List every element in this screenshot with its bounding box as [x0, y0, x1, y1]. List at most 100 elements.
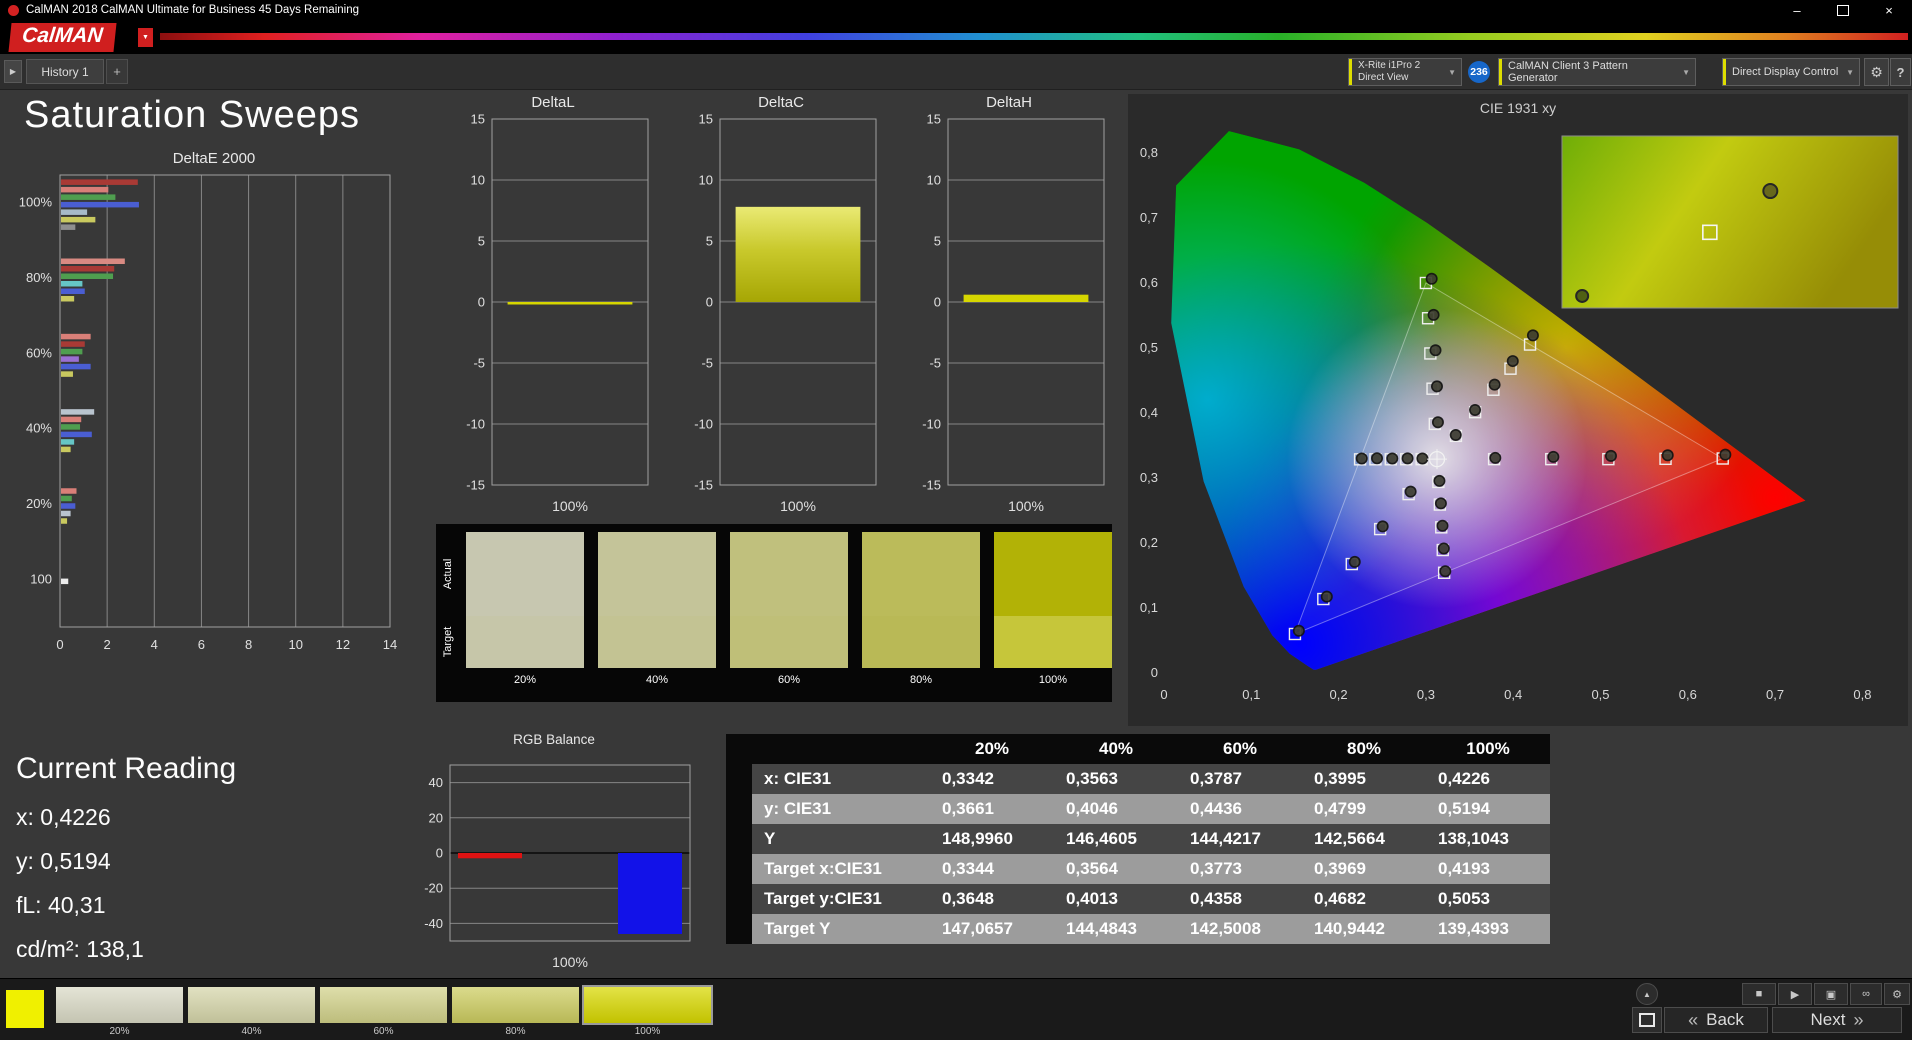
- svg-text:0,1: 0,1: [1140, 600, 1158, 615]
- svg-text:-5: -5: [473, 356, 485, 371]
- actual-swatch: [598, 532, 716, 616]
- svg-text:-15: -15: [466, 478, 485, 493]
- target-row-label: Target: [442, 626, 454, 658]
- meter-name: X-Rite i1Pro 2: [1358, 60, 1421, 71]
- svg-text:0,5: 0,5: [1140, 340, 1158, 355]
- sidebar-expander-button[interactable]: ▶: [4, 60, 22, 83]
- bar: [61, 578, 69, 585]
- svg-text:5: 5: [706, 234, 713, 249]
- tab-history-1[interactable]: History 1: [26, 59, 104, 84]
- next-button[interactable]: Next »: [1772, 1007, 1902, 1033]
- deltae-chart-block: DeltaE 2000 0 2 4 6 8 10 12 14 100% 80% 60% 40% 20% 1…: [14, 150, 414, 692]
- measurement-count-badge[interactable]: 236: [1468, 61, 1490, 83]
- table-cell: 0,3564: [1054, 854, 1178, 884]
- close-button[interactable]: ×: [1866, 0, 1912, 20]
- svg-text:0,6: 0,6: [1679, 687, 1697, 702]
- pattern-thumbnail[interactable]: 100%: [582, 985, 713, 1037]
- table-cell: 0,3995: [1302, 764, 1426, 794]
- bar: [61, 333, 91, 340]
- bar: [61, 216, 96, 223]
- meter-dropdown[interactable]: X-Rite i1Pro 2 Direct View ▼: [1348, 58, 1462, 86]
- deltae-chart-title: DeltaE 2000: [172, 150, 256, 167]
- deltac-chart-block: DeltaC 15 10 5 0 -5 -10 -15 100%: [676, 94, 886, 536]
- help-button[interactable]: ?: [1890, 58, 1911, 86]
- table-row-label: Target x:CIE31: [752, 854, 930, 884]
- blue-sweep-measured: [1320, 590, 1333, 603]
- svg-text:0,8: 0,8: [1140, 145, 1158, 160]
- chevron-down-icon: ▼: [1846, 67, 1854, 77]
- cyan-sweep-measured: [1416, 452, 1429, 465]
- collapse-button[interactable]: ▲: [1636, 983, 1658, 1005]
- play-arrow-icon: ▶: [9, 67, 17, 76]
- svg-text:4: 4: [151, 637, 158, 652]
- table-header: 100%: [1426, 734, 1550, 764]
- thumbnail-strip: [56, 987, 183, 1023]
- svg-text:0,2: 0,2: [1140, 535, 1158, 550]
- svg-text:12: 12: [336, 637, 350, 652]
- actual-swatch: [862, 532, 980, 616]
- svg-text:-40: -40: [424, 916, 443, 931]
- deltal-chart-block: DeltaL 15 10 5 0 -5 -10 -15 100%: [448, 94, 658, 536]
- svg-text:0,6: 0,6: [1140, 275, 1158, 290]
- back-button[interactable]: « Back: [1664, 1007, 1768, 1033]
- bar: [61, 446, 71, 453]
- table-cell: 142,5664: [1302, 824, 1426, 854]
- svg-text:10: 10: [471, 173, 485, 188]
- workflow-settings-button[interactable]: ⚙: [1884, 983, 1910, 1005]
- play-button[interactable]: ▶: [1778, 983, 1812, 1005]
- swatch-label: 80%: [909, 674, 933, 686]
- bar: [61, 194, 116, 200]
- thumbnail-label: 20%: [109, 1026, 130, 1037]
- table-cell: 0,4046: [1054, 794, 1178, 824]
- bar: [61, 409, 95, 415]
- calman-logo[interactable]: CalMAN: [8, 23, 117, 52]
- target-swatch: [862, 616, 980, 668]
- bar: [61, 363, 91, 370]
- svg-text:-10: -10: [466, 417, 485, 432]
- saturation-swatch: 40%: [598, 532, 716, 686]
- svg-text:0,8: 0,8: [1853, 687, 1871, 702]
- minimize-button[interactable]: –: [1774, 0, 1820, 20]
- pattern-thumbnail[interactable]: 80%: [452, 987, 579, 1037]
- display-control-dropdown[interactable]: Direct Display Control ▼: [1722, 58, 1860, 86]
- svg-text:0,4: 0,4: [1504, 687, 1522, 702]
- svg-text:5: 5: [478, 234, 485, 249]
- bar: [61, 266, 115, 272]
- thumbnail-strip: [188, 987, 315, 1023]
- continuous-measure-button[interactable]: ∞: [1850, 983, 1882, 1005]
- settings-button[interactable]: ⚙: [1864, 58, 1889, 86]
- bar: [61, 224, 76, 230]
- pattern-thumbnail[interactable]: 40%: [188, 987, 315, 1037]
- logo-menu-button[interactable]: ▼: [138, 28, 153, 47]
- table-left-strip: [726, 884, 752, 914]
- pattern-generator-dropdown[interactable]: CalMAN Client 3 Pattern Generator ▼: [1498, 58, 1696, 86]
- table-cell: 0,3773: [1178, 854, 1302, 884]
- gear-icon: ⚙: [1892, 988, 1902, 1001]
- table-cell: 0,4226: [1426, 764, 1550, 794]
- maximize-button[interactable]: [1820, 0, 1866, 20]
- pattern-thumbnail[interactable]: 60%: [320, 987, 447, 1037]
- chevron-down-icon: ▼: [1682, 67, 1690, 77]
- table-cell: 140,9442: [1302, 914, 1426, 944]
- bar: [61, 439, 75, 445]
- pattern-thumbnail[interactable]: 20%: [56, 987, 183, 1037]
- actual-swatch: [994, 532, 1112, 616]
- table-cell: 0,5194: [1426, 794, 1550, 824]
- snapshot-button[interactable]: ▣: [1814, 983, 1848, 1005]
- stop-button[interactable]: ■: [1742, 983, 1776, 1005]
- svg-text:10: 10: [699, 173, 713, 188]
- svg-text:8: 8: [245, 637, 252, 652]
- meter-status-stripe: [1349, 59, 1352, 85]
- table-corner: [752, 734, 930, 764]
- pattern-thumbnail-row: 20% 40% 60% 80% 100%: [56, 985, 716, 1037]
- blue-sweep-measured: [1376, 520, 1389, 533]
- add-tab-button[interactable]: +: [106, 59, 128, 84]
- svg-text:0,4: 0,4: [1140, 405, 1158, 420]
- chevron-down-icon: ▼: [142, 34, 149, 41]
- pattern-window-button[interactable]: [1632, 1007, 1662, 1033]
- plus-icon: +: [113, 64, 121, 79]
- logo-bar: CalMAN ▼: [0, 20, 1912, 54]
- chevron-right-icon: »: [1853, 1009, 1864, 1030]
- table-cell: 144,4843: [1054, 914, 1178, 944]
- svg-text:0,3: 0,3: [1140, 470, 1158, 485]
